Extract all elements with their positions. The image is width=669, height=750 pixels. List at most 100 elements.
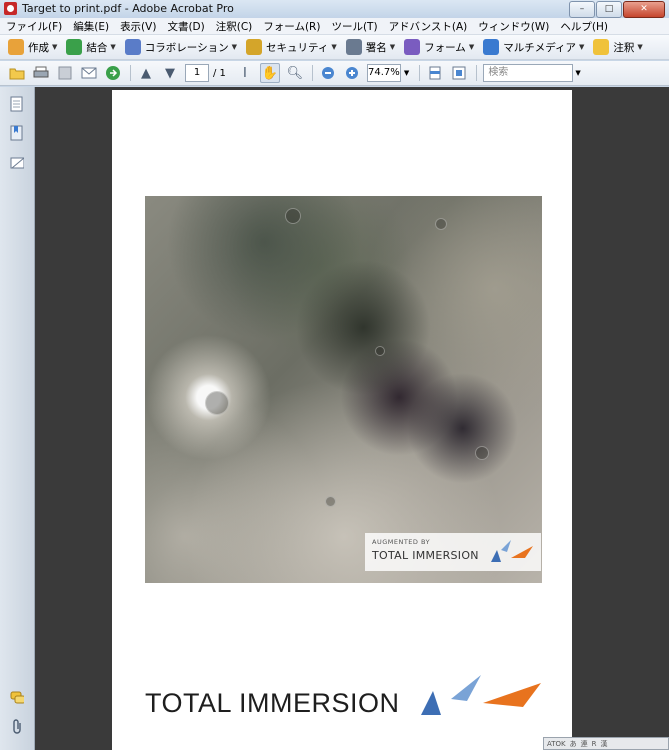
crater <box>325 496 336 507</box>
chevron-down-icon: ▼ <box>468 43 475 51</box>
chevron-down-icon: ▼ <box>637 43 643 51</box>
open-folder-icon[interactable] <box>8 64 26 82</box>
menu-help[interactable]: ヘルプ(H) <box>560 19 608 34</box>
chevron-down-icon: ▼ <box>389 43 396 51</box>
crater <box>285 208 301 224</box>
menu-document[interactable]: 文書(D) <box>167 19 204 34</box>
menu-forms[interactable]: フォーム(R) <box>263 19 320 34</box>
crater <box>375 346 385 356</box>
main-toolbar: ▲ ▼ 1 / 1 I ✋ 🔍︎ 74.7% ▼ 検索 ▼ <box>0 61 669 86</box>
menu-file[interactable]: ファイル(F) <box>6 19 62 34</box>
fit-page-icon[interactable] <box>450 64 468 82</box>
menu-view[interactable]: 表示(V) <box>120 19 156 34</box>
share-icon[interactable] <box>104 64 122 82</box>
comment-button[interactable]: 注釈 ▼ <box>593 39 643 55</box>
text-select-icon[interactable]: I <box>236 64 254 82</box>
badge-logo-mark <box>491 540 533 562</box>
document-viewport[interactable]: AUGMENTED BY TOTAL IMMERSION TOTAL IMMER… <box>35 87 669 750</box>
navigation-pane <box>0 87 35 750</box>
close-button[interactable]: ✕ <box>623 1 665 18</box>
pen-icon <box>345 39 362 55</box>
acrobat-icon <box>4 2 17 15</box>
search-input[interactable]: 検索 <box>483 64 574 82</box>
pages-icon[interactable] <box>10 96 24 112</box>
toolbar-separator <box>476 65 478 81</box>
signatures-icon[interactable] <box>10 155 24 171</box>
email-icon[interactable] <box>80 64 98 82</box>
multimedia-icon <box>483 39 500 55</box>
chevron-down-icon: ▼ <box>52 43 58 51</box>
crater <box>475 446 489 460</box>
create-icon <box>8 39 24 55</box>
collaborate-icon <box>124 39 141 55</box>
zoom-out-icon[interactable] <box>319 64 337 82</box>
toolbar-separator <box>311 65 313 81</box>
menu-advanced[interactable]: アドバンスト(A) <box>389 19 468 34</box>
zoom-dropdown-icon[interactable]: ▼ <box>404 69 409 77</box>
multimedia-button[interactable]: マルチメディア ▼ <box>483 39 584 55</box>
minimize-button[interactable]: – <box>569 1 595 18</box>
page-total: / 1 <box>213 67 226 79</box>
sign-button[interactable]: 署名 ▼ <box>345 39 396 55</box>
form-icon <box>404 39 421 55</box>
ime-label: ATOK <box>547 739 566 748</box>
search-dropdown-icon[interactable]: ▼ <box>575 69 580 77</box>
forms-label: フォーム <box>424 41 466 54</box>
save-icon[interactable] <box>56 64 74 82</box>
ime-option[interactable]: R <box>592 740 597 748</box>
menu-edit[interactable]: 編集(E) <box>73 19 109 34</box>
multimedia-label: マルチメディア <box>503 41 576 54</box>
badge-brand: TOTAL IMMERSION <box>372 549 479 562</box>
chevron-down-icon: ▼ <box>331 43 337 51</box>
pdf-page: AUGMENTED BY TOTAL IMMERSION TOTAL IMMER… <box>112 90 572 750</box>
lock-icon <box>245 39 262 55</box>
bookmarks-icon[interactable] <box>10 125 24 141</box>
print-icon[interactable] <box>32 64 50 82</box>
hand-tool-icon[interactable]: ✋ <box>259 63 280 83</box>
menu-tools[interactable]: ツール(T) <box>331 19 377 34</box>
toolbar-separator <box>419 65 421 81</box>
zoom-tool-icon[interactable]: 🔍︎ <box>286 64 304 82</box>
ime-kanji[interactable]: 漢 <box>601 739 608 749</box>
combine-button[interactable]: 結合 ▼ <box>66 39 116 55</box>
menu-comments[interactable]: 注釈(C) <box>216 19 253 34</box>
comments-icon[interactable] <box>10 691 24 707</box>
fit-width-icon[interactable] <box>426 64 444 82</box>
zoom-in-icon[interactable] <box>343 64 361 82</box>
forms-button[interactable]: フォーム ▼ <box>404 39 474 55</box>
title-bar: Target to print.pdf - Adobe Acrobat Pro … <box>0 0 669 19</box>
ime-conversion[interactable]: 連 <box>581 739 588 749</box>
page-up-icon[interactable]: ▲ <box>137 64 155 82</box>
zoom-level-input[interactable]: 74.7% <box>366 64 401 82</box>
window-title: Target to print.pdf - Adobe Acrobat Pro <box>22 2 234 15</box>
combine-label: 結合 <box>86 41 108 54</box>
ime-toolbar[interactable]: ATOK あ 連 R 漢 <box>543 737 669 750</box>
comment-icon <box>593 39 610 55</box>
toolbar-separator <box>130 65 131 81</box>
tasks-toolbar: 作成 ▼ 結合 ▼ コラボレーション ▼ セキュリティ ▼ 署名 ▼ フォーム ▼ マルチメ… <box>0 35 669 60</box>
menu-bar: ファイル(F) 編集(E) 表示(V) 文書(D) 注釈(C) フォーム(R) … <box>0 18 669 35</box>
window-controls: – □ ✕ <box>569 1 665 18</box>
augmented-badge: AUGMENTED BY TOTAL IMMERSION <box>365 533 541 571</box>
page-number-input[interactable]: 1 <box>185 64 209 82</box>
moon-image: AUGMENTED BY TOTAL IMMERSION <box>145 196 542 583</box>
badge-caption: AUGMENTED BY <box>372 538 431 546</box>
comment-label: 注釈 <box>613 41 635 54</box>
collaborate-button[interactable]: コラボレーション ▼ <box>124 39 237 55</box>
total-immersion-logo-text: TOTAL IMMERSION <box>145 688 400 718</box>
create-label: 作成 <box>28 41 49 54</box>
create-button[interactable]: 作成 ▼ <box>8 39 57 55</box>
maximize-button[interactable]: □ <box>596 1 622 18</box>
attachment-icon[interactable] <box>10 719 24 735</box>
security-button[interactable]: セキュリティ ▼ <box>245 39 337 55</box>
security-label: セキュリティ <box>265 41 329 54</box>
sign-label: 署名 <box>365 41 387 54</box>
chevron-down-icon: ▼ <box>231 43 237 51</box>
page-down-icon[interactable]: ▼ <box>161 64 179 82</box>
collaborate-label: コラボレーション <box>144 41 229 54</box>
chevron-down-icon: ▼ <box>578 43 585 51</box>
ime-mode[interactable]: あ <box>570 739 577 749</box>
total-immersion-logo-mark <box>421 675 541 715</box>
crater <box>435 218 447 230</box>
menu-window[interactable]: ウィンドウ(W) <box>478 19 549 34</box>
